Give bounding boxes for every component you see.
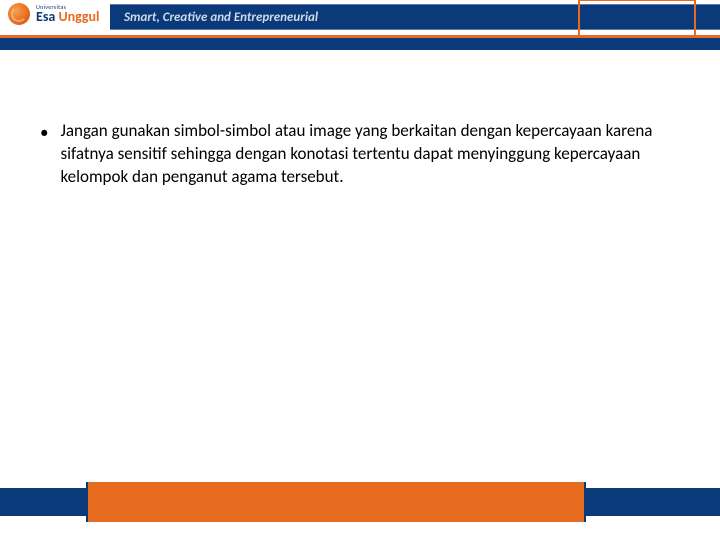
logo-text: Universitas Esa Unggul [36,4,100,24]
bullet-dot-icon: • [40,120,48,189]
bullet-item: • Jangan gunakan simbol-simbol atau imag… [40,120,680,189]
logo-name-main: Esa [36,8,55,25]
logo-name: Esa Unggul [36,10,100,24]
header-blue-band [0,38,720,50]
slide-header: Universitas Esa Unggul Smart, Creative a… [0,0,720,54]
slide-content: • Jangan gunakan simbol-simbol atau imag… [40,120,680,189]
tagline-text: Smart, Creative and Entrepreneurial [124,10,318,25]
university-logo: Universitas Esa Unggul [8,3,100,25]
bullet-text: Jangan gunakan simbol-simbol atau image … [60,120,680,189]
logo-globe-icon [8,3,30,25]
logo-name-accent: Unggul [59,8,100,25]
footer-orange-box [86,482,586,522]
slide-footer [0,482,720,522]
header-corner-box [578,0,696,37]
